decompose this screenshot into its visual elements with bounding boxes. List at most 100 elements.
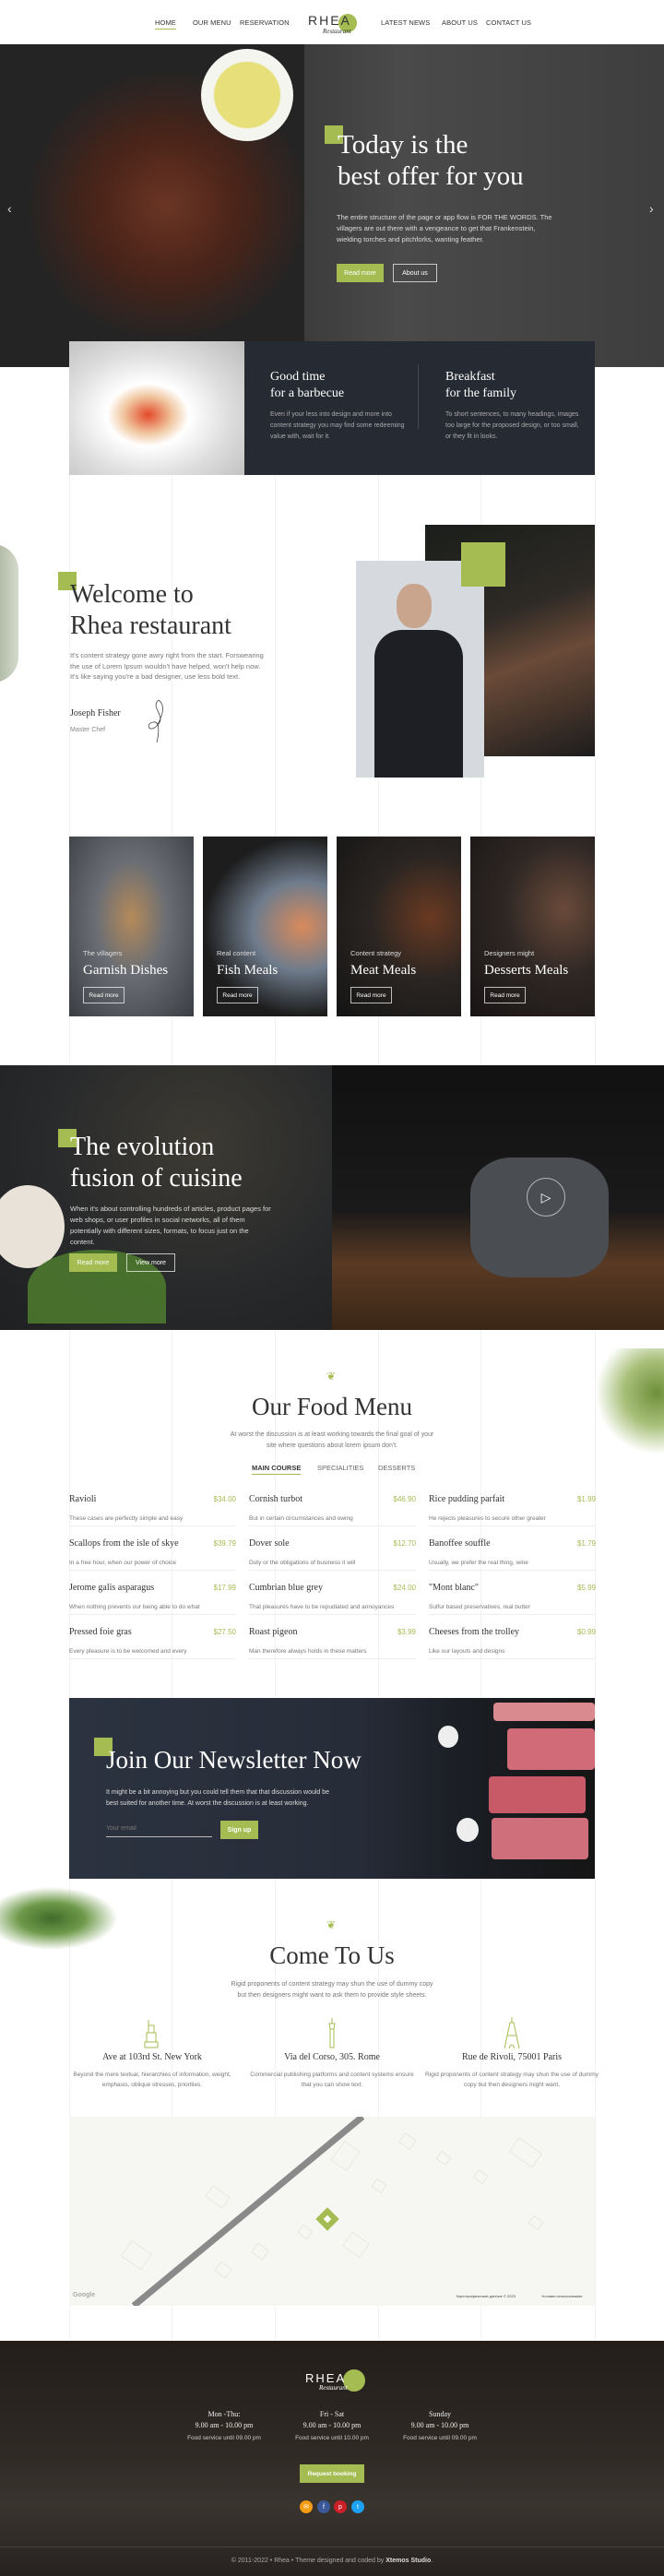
- chef-portrait-image: [356, 561, 484, 778]
- category-title: Desserts Meals: [484, 963, 569, 978]
- menu-item-price: $34.00: [213, 1495, 236, 1503]
- menu-item-price: $3.99: [397, 1628, 416, 1636]
- category-subtitle: Designers might: [484, 949, 535, 957]
- chevron-right-icon[interactable]: ›: [649, 201, 654, 216]
- menu-item-name: Cumbrian blue grey: [249, 1583, 323, 1593]
- menu-item: Cheeses from the trolley $0.99 Like our la…: [429, 1615, 596, 1659]
- category-card[interactable]: Real content Fish Meals Read more: [203, 837, 327, 1016]
- hero-read-more-button[interactable]: Read more: [337, 264, 384, 282]
- menu-item-name: "Mont blanc": [429, 1583, 479, 1593]
- feature-card: Good time for a barbecue Even if your les…: [69, 341, 595, 475]
- category-read-more-button[interactable]: Read more: [484, 987, 526, 1003]
- menu-item-description: When nothing prevents our being able to …: [69, 1604, 200, 1610]
- email-icon[interactable]: ✉: [300, 2500, 313, 2513]
- chef-role: Master Chef: [70, 727, 106, 733]
- hours-fri-sat: Fri - Sat 9.00 am - 10.00 pm Food service …: [295, 2410, 369, 2441]
- menu-item-price: $17.99: [213, 1584, 236, 1592]
- chef-plating-image: [69, 341, 244, 475]
- map-canvas[interactable]: [69, 2117, 595, 2306]
- nav-reservation[interactable]: RESERVATION: [240, 18, 290, 27]
- chef-face: [397, 584, 432, 628]
- evolution-text: When it's about controlling hundreds of …: [70, 1205, 271, 1246]
- menu-item: "Mont blanc" $5.99 Sulfur based preservati…: [429, 1571, 596, 1615]
- evolution-read-more-button[interactable]: Read more: [69, 1253, 117, 1272]
- menu-item-description: Sulfur based preservatives, real butter: [429, 1604, 530, 1610]
- email-input[interactable]: [106, 1821, 212, 1837]
- evolution-view-more-button[interactable]: View more: [126, 1253, 175, 1272]
- category-card[interactable]: Content strategy Meat Meals Read more: [337, 837, 461, 1016]
- map-buildings: [121, 2132, 544, 2279]
- menu-item: Pressed foie gras $27.50 Every pleasure is…: [69, 1615, 236, 1659]
- menu-item-name: Cheeses from the trolley: [429, 1627, 520, 1637]
- category-subtitle: Real content: [217, 949, 256, 957]
- category-read-more-button[interactable]: Read more: [217, 987, 258, 1003]
- tab-desserts[interactable]: DESSERTS: [378, 1464, 415, 1472]
- category-title: Garnish Dishes: [83, 963, 169, 978]
- logo[interactable]: RHEA Restaurant: [306, 9, 362, 37]
- rosemary-image: [0, 544, 18, 683]
- menu-item-name: Pressed foie gras: [69, 1627, 132, 1637]
- play-video-icon[interactable]: ▷: [527, 1178, 565, 1217]
- location-new-york: Ave at 103rd St. New York Beyond the mer…: [65, 2015, 240, 2090]
- pinterest-icon[interactable]: p: [334, 2500, 347, 2513]
- request-booking-button[interactable]: Request booking: [300, 2464, 364, 2483]
- mortar: [470, 1157, 609, 1277]
- menu-item: Rice pudding parfait $1.99 He rejects plea…: [429, 1482, 596, 1526]
- category-card[interactable]: The villagers Garnish Dishes Read more: [69, 837, 194, 1016]
- menu-item-name: Roast pigeon: [249, 1627, 298, 1637]
- site-footer: RHEA Restaurant: [0, 2341, 664, 2576]
- menu-item-name: Banoffee souffle: [429, 1538, 491, 1549]
- leaf-icon: ❦: [326, 1918, 337, 1931]
- locations-title: Come To Us: [269, 1941, 395, 1969]
- tab-specialities[interactable]: SPECIALITIES: [317, 1464, 363, 1472]
- category-title: Meat Meals: [350, 963, 417, 978]
- nav-our-menu[interactable]: OUR MENU: [193, 18, 231, 27]
- nav-home[interactable]: HOME: [155, 18, 176, 30]
- menu-item-name: Ravioli: [69, 1494, 97, 1504]
- category-title: Fish Meals: [217, 963, 279, 978]
- category-read-more-button[interactable]: Read more: [83, 987, 125, 1003]
- welcome-title: Welcome to Rhea restaurant: [70, 580, 231, 640]
- menu-item: Dover sole $12.70 Duty or the obligations …: [249, 1526, 416, 1571]
- logo-script: Restaurant: [323, 28, 351, 35]
- studio-link[interactable]: Xtemos Studio: [385, 2558, 431, 2564]
- menu-title: Our Food Menu: [252, 1393, 412, 1420]
- facebook-icon[interactable]: f: [317, 2500, 330, 2513]
- category-card[interactable]: Designers might Desserts Meals Read more: [470, 837, 595, 1016]
- copyright: © 2011-2022 • Rhea • Theme designed and …: [231, 2558, 433, 2564]
- menu-item-name: Dover sole: [249, 1538, 290, 1549]
- menu-item-price: $27.50: [213, 1628, 236, 1636]
- menu-item-description: But in certain circumstances and owing: [249, 1515, 353, 1522]
- footer-logo-script: Restaurant: [319, 2384, 348, 2392]
- menu-item-description: He rejects pleasures to secure other gre…: [429, 1515, 546, 1522]
- sign-up-button[interactable]: Sign up: [220, 1821, 258, 1839]
- menu-item-name: Scallops from the isle of skye: [69, 1538, 179, 1549]
- twitter-icon[interactable]: t: [351, 2500, 364, 2513]
- menu-item-price: $24.00: [393, 1584, 416, 1592]
- menu-subtitle: At worst the discussion is at least work…: [230, 1431, 434, 1449]
- map-terms-link[interactable]: Условия использования: [541, 2294, 582, 2298]
- tab-main-course[interactable]: MAIN COURSE: [252, 1464, 302, 1475]
- nav-contact-us[interactable]: CONTACT US: [486, 18, 531, 27]
- menu-item-description: Duty or the obligations of business it w…: [249, 1560, 356, 1566]
- hero-about-button[interactable]: About us: [393, 264, 437, 282]
- hero-text: The entire structure of the page or app …: [337, 213, 552, 243]
- leaf-icon: ❦: [326, 1370, 337, 1383]
- garlic-image: [0, 1185, 65, 1268]
- menu-item: Cumbrian blue grey $24.00 That pleasures h…: [249, 1571, 416, 1615]
- category-read-more-button[interactable]: Read more: [350, 987, 392, 1003]
- hours-sunday: Sunday 9.00 am - 10.00 pm Food service unt…: [403, 2410, 477, 2441]
- map[interactable]: Google Картографические данные © 2023 Ус…: [69, 2117, 595, 2306]
- chevron-left-icon[interactable]: ‹: [7, 201, 12, 216]
- map-attribution: Картографические данные © 2023: [456, 2294, 516, 2298]
- nav-latest-news[interactable]: LATEST NEWS: [381, 18, 430, 27]
- hero-oil-bowl-image: [201, 49, 293, 141]
- nav-about-us[interactable]: ABOUT US: [442, 18, 478, 27]
- menu-item-price: $1.79: [576, 1539, 596, 1548]
- newsletter-title: Join Our Newsletter Now: [106, 1746, 362, 1774]
- menu-item: Cornish turbot $46.90 But in certain circu…: [249, 1482, 416, 1526]
- menu-item-name: Rice pudding parfait: [429, 1494, 505, 1504]
- hours-mon-thu: Mon -Thu: 9.00 am - 10.00 pm Food service …: [187, 2410, 261, 2441]
- location-rome: Via del Corso, 305. Rome Commercial publ…: [244, 2015, 420, 2090]
- accent-square: [461, 542, 505, 587]
